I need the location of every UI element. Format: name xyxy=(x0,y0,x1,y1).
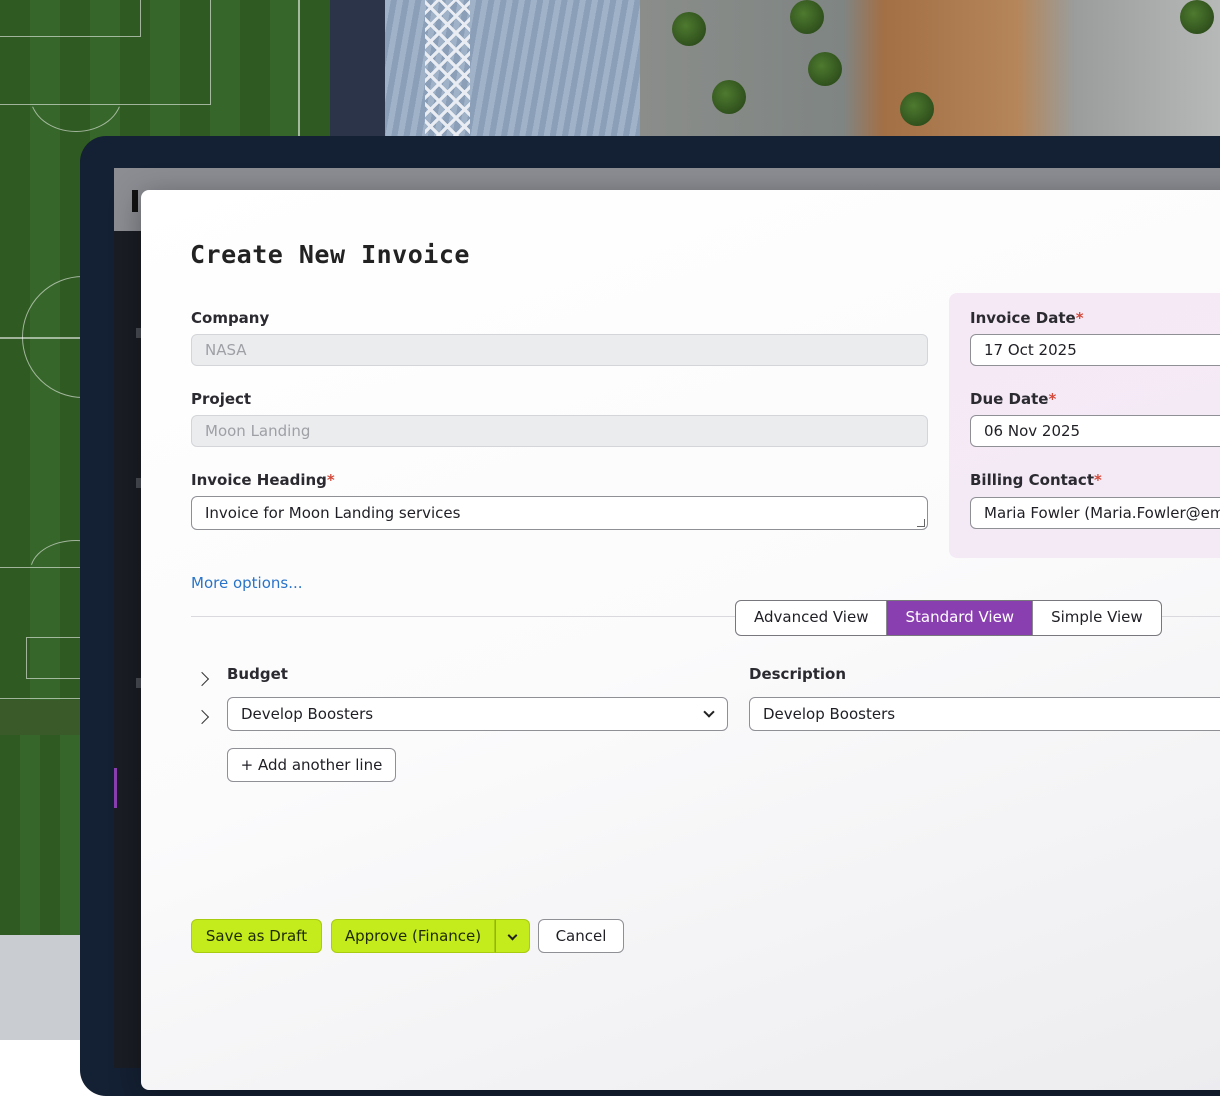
tree-icon xyxy=(672,12,706,46)
tree-icon xyxy=(1180,0,1214,34)
view-switcher: Advanced View Standard View Simple View xyxy=(735,600,1162,636)
create-invoice-dialog: Create New Invoice Company NASA Project … xyxy=(141,190,1220,1090)
chevron-right-icon[interactable] xyxy=(194,709,210,725)
chevron-right-icon[interactable] xyxy=(194,671,210,687)
tree-icon xyxy=(900,92,934,126)
invoice-heading-value: Invoice for Moon Landing services xyxy=(205,504,461,522)
more-options-link[interactable]: More options... xyxy=(191,574,303,592)
company-label: Company xyxy=(191,309,270,327)
budget-select[interactable]: Develop Boosters xyxy=(227,697,728,731)
required-marker: * xyxy=(326,471,335,489)
approve-button[interactable]: Approve (Finance) xyxy=(331,919,495,953)
chevron-down-icon xyxy=(507,930,518,941)
add-line-button[interactable]: + Add another line xyxy=(227,748,396,782)
section-divider xyxy=(191,616,735,617)
tree-icon xyxy=(712,80,746,114)
resize-handle-icon[interactable] xyxy=(917,519,925,527)
chevron-down-icon xyxy=(703,706,715,718)
invoice-heading-label: Invoice Heading* xyxy=(191,471,335,489)
standard-view-button[interactable]: Standard View xyxy=(887,601,1034,635)
billing-contact-label-text: Billing Contact xyxy=(970,471,1094,489)
invoice-heading-label-text: Invoice Heading xyxy=(191,471,327,489)
due-date-input[interactable]: 06 Nov 2025 xyxy=(970,415,1220,447)
advanced-view-button[interactable]: Advanced View xyxy=(736,601,888,635)
building-roof xyxy=(0,935,80,1040)
lower-pitch xyxy=(0,735,80,935)
nav-active-indicator xyxy=(114,768,117,808)
required-marker: * xyxy=(1093,471,1102,489)
app-logo-icon xyxy=(132,190,138,212)
tree-icon xyxy=(790,0,824,34)
required-marker: * xyxy=(1075,309,1084,327)
invoice-date-label-text: Invoice Date xyxy=(970,309,1076,327)
billing-contact-label: Billing Contact* xyxy=(970,471,1102,489)
cancel-button[interactable]: Cancel xyxy=(538,919,624,953)
invoice-date-label: Invoice Date* xyxy=(970,309,1084,327)
due-date-label: Due Date* xyxy=(970,390,1056,408)
company-field: NASA xyxy=(191,334,928,366)
billing-contact-select[interactable]: Maria Fowler (Maria.Fowler@email.com) xyxy=(970,497,1220,529)
invoice-heading-input[interactable]: Invoice for Moon Landing services xyxy=(191,496,928,530)
budget-column-label: Budget xyxy=(227,665,288,683)
save-draft-button[interactable]: Save as Draft xyxy=(191,919,322,953)
approve-dropdown-button[interactable] xyxy=(495,919,530,953)
tree-icon xyxy=(808,52,842,86)
project-label: Project xyxy=(191,390,252,408)
required-marker: * xyxy=(1048,390,1057,408)
budget-select-value: Develop Boosters xyxy=(241,705,374,723)
dialog-title: Create New Invoice xyxy=(190,240,470,269)
description-input[interactable]: Develop Boosters xyxy=(749,697,1220,731)
invoice-date-input[interactable]: 17 Oct 2025 xyxy=(970,334,1220,366)
description-column-label: Description xyxy=(749,665,847,683)
due-date-label-text: Due Date xyxy=(970,390,1049,408)
project-field: Moon Landing xyxy=(191,415,928,447)
simple-view-button[interactable]: Simple View xyxy=(1033,601,1161,635)
stadium-roof xyxy=(330,0,660,140)
